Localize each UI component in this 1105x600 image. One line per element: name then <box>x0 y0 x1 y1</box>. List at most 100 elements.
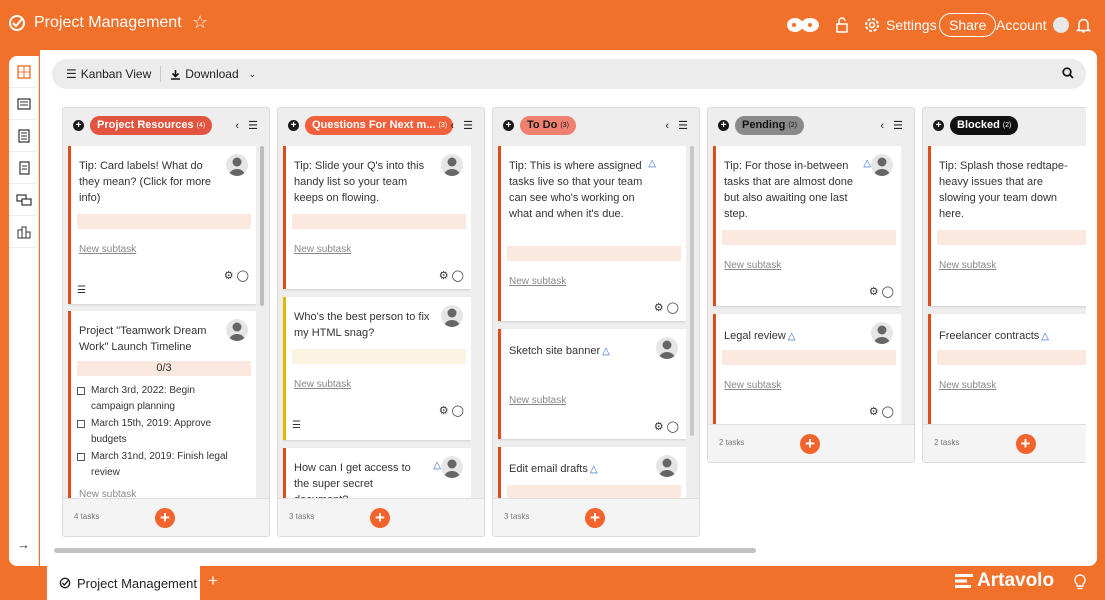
checkbox[interactable] <box>77 387 85 395</box>
task-card[interactable]: How can I get access to the super secret… <box>283 448 471 498</box>
card-actions[interactable]: ⚙ ◯ <box>439 404 464 417</box>
expand-sidebar-arrow-icon[interactable]: → <box>17 537 30 552</box>
add-card-icon[interactable]: + <box>718 120 729 131</box>
new-subtask-link[interactable]: New subtask <box>79 244 136 255</box>
task-card[interactable]: Sketch site banner △ New subtask ⚙ ◯ <box>498 329 686 439</box>
column-scrollbar[interactable] <box>260 146 264 306</box>
download-button[interactable]: Download ⌄ <box>166 67 260 81</box>
checkbox[interactable] <box>77 420 85 428</box>
column-label[interactable]: Project Resources (4) <box>90 116 213 135</box>
assignee-avatar[interactable] <box>656 337 678 359</box>
add-task-button[interactable]: + <box>370 508 390 528</box>
table-view-icon[interactable] <box>9 88 39 120</box>
account-button[interactable]: Account <box>996 12 1069 38</box>
assignee-avatar[interactable] <box>441 456 463 478</box>
new-subtask-link[interactable]: New subtask <box>294 244 351 255</box>
label-stripe <box>507 246 681 261</box>
column-footer: 3 tasks + <box>493 498 699 536</box>
collaborators-icon[interactable] <box>786 12 820 38</box>
add-card-icon[interactable]: + <box>933 120 944 131</box>
card-actions[interactable]: ⚙ ◯ <box>224 269 249 282</box>
share-button[interactable]: Share <box>939 12 997 38</box>
board-horizontal-scrollbar[interactable] <box>54 548 756 553</box>
new-subtask-link[interactable]: New subtask <box>509 395 566 406</box>
search-icon[interactable] <box>1062 67 1074 79</box>
new-subtask-link[interactable]: New subtask <box>79 489 136 498</box>
org-chart-icon[interactable] <box>9 216 39 248</box>
add-task-button[interactable]: + <box>155 508 175 528</box>
task-card[interactable]: Tip: This is where assigned tasks live s… <box>498 146 686 321</box>
kanban-view-dropdown[interactable]: ☰ Kanban View <box>62 67 155 81</box>
add-card-icon[interactable]: + <box>503 120 514 131</box>
add-task-button[interactable]: + <box>585 508 605 528</box>
notifications-bell-icon[interactable] <box>1076 12 1091 38</box>
assignee-avatar[interactable] <box>441 305 463 327</box>
form-view-icon[interactable] <box>9 152 39 184</box>
add-task-button[interactable]: + <box>800 434 820 454</box>
add-tab-button[interactable]: + <box>208 571 218 591</box>
task-card[interactable]: Legal review △ New subtask ⚙ ◯ <box>713 314 901 424</box>
column-menu-icon[interactable]: ‹ ☰ <box>450 119 476 132</box>
card-actions[interactable]: ⚙ ◯ <box>869 285 894 298</box>
assignee-avatar[interactable] <box>226 154 248 176</box>
checklist-item[interactable]: March 31nd, 2019: Finish legal review <box>77 449 241 481</box>
task-card[interactable]: Edit email drafts △ <box>498 447 686 498</box>
brand-mark-icon <box>955 574 973 588</box>
kanban-column-pending: + Pending (2) ‹ ☰ Tip: For those in-betwe… <box>707 107 915 463</box>
task-count: 3 tasks <box>289 512 315 521</box>
column-label[interactable]: Questions For Next m... (3) <box>305 116 453 135</box>
column-menu-icon[interactable]: ‹ ☰ <box>665 119 691 132</box>
assignee-avatar[interactable] <box>441 154 463 176</box>
lightbulb-icon[interactable] <box>1072 573 1088 591</box>
checklist-item[interactable]: March 15th, 2019: Approve budgets <box>77 416 241 448</box>
new-subtask-link[interactable]: New subtask <box>724 380 781 391</box>
assignee-avatar[interactable] <box>871 154 893 176</box>
checklist-item[interactable]: March 3rd, 2022: Begin campaign planning <box>77 383 241 415</box>
new-subtask-link[interactable]: New subtask <box>724 260 781 271</box>
tab-project-management[interactable]: Project Management <box>47 566 200 600</box>
assignee-avatar[interactable] <box>656 455 678 477</box>
column-label[interactable]: Blocked (2) <box>950 116 1019 135</box>
card-title: How can I get access to the super secret… <box>294 462 411 498</box>
new-subtask-link[interactable]: New subtask <box>509 276 566 287</box>
view-toolbar: ☰ Kanban View Download ⌄ <box>52 59 1086 89</box>
document-view-icon[interactable] <box>9 120 39 152</box>
new-subtask-link[interactable]: New subtask <box>939 380 996 391</box>
column-label[interactable]: Pending (2) <box>735 116 804 135</box>
card-actions[interactable]: ⚙ ◯ <box>439 269 464 282</box>
column-menu-icon[interactable]: ‹ ☰ <box>880 119 906 132</box>
column-name: Blocked <box>957 119 1000 131</box>
task-card[interactable]: Tip: For those in-between tasks that are… <box>713 146 901 306</box>
card-actions[interactable]: ⚙ ◯ <box>654 301 679 314</box>
assignee-avatar[interactable] <box>226 319 248 341</box>
chevron-down-icon: ⌄ <box>248 68 257 79</box>
new-subtask-link[interactable]: New subtask <box>294 379 351 390</box>
checkbox[interactable] <box>77 453 85 461</box>
task-card[interactable]: Freelancer contracts △ New subtask <box>928 314 1086 424</box>
task-card[interactable]: Tip: Card labels! What do they mean? (Cl… <box>68 146 256 304</box>
card-actions[interactable]: ⚙ ◯ <box>869 405 894 418</box>
task-card[interactable]: Tip: Slide your Q's into this handy list… <box>283 146 471 289</box>
card-title: Freelancer contracts △ <box>939 328 1079 345</box>
card-actions[interactable]: ⚙ ◯ <box>654 420 679 433</box>
card-title: Edit email drafts △ <box>509 461 649 478</box>
task-card[interactable]: Tip: Splash those redtape-heavy issues t… <box>928 146 1086 306</box>
account-avatar <box>1052 17 1069 33</box>
card-list: Tip: This is where assigned tasks live s… <box>498 146 686 498</box>
add-card-icon[interactable]: + <box>73 120 84 131</box>
column-header: + To Do (3) ‹ ☰ <box>493 108 699 142</box>
task-card[interactable]: Who's the best person to fix my HTML sna… <box>283 297 471 440</box>
assignee-avatar[interactable] <box>871 322 893 344</box>
settings-button[interactable]: Settings <box>863 12 937 38</box>
chat-icon[interactable] <box>9 184 39 216</box>
new-subtask-link[interactable]: New subtask <box>939 260 996 271</box>
task-card[interactable]: Project "Teamwork Dream Work" Launch Tim… <box>68 311 256 498</box>
lock-icon[interactable] <box>835 12 849 38</box>
column-menu-icon[interactable]: ‹ ☰ <box>235 119 261 132</box>
add-task-button[interactable]: + <box>1015 434 1036 454</box>
add-card-icon[interactable]: + <box>288 120 299 131</box>
column-label[interactable]: To Do (3) <box>520 116 576 135</box>
kanban-view-icon[interactable] <box>9 56 39 88</box>
favorite-star-icon[interactable]: ☆ <box>192 12 208 33</box>
column-scrollbar[interactable] <box>690 146 694 436</box>
